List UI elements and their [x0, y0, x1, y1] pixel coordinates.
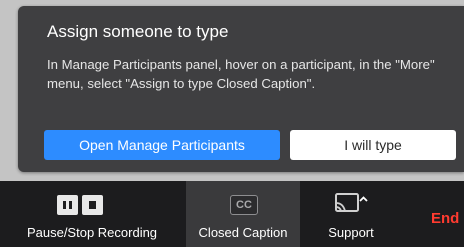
popup-instructions: In Manage Participants panel, hover on a…	[47, 57, 435, 91]
i-will-type-button[interactable]: I will type	[290, 130, 456, 160]
support-label: Support	[328, 225, 374, 240]
end-meeting-button[interactable]: End	[431, 210, 459, 227]
screen-share-support-icon	[335, 193, 368, 212]
support-button[interactable]: Support	[312, 181, 390, 247]
open-manage-participants-button[interactable]: Open Manage Participants	[44, 130, 280, 160]
pause-stop-recording-label: Pause/Stop Recording	[26, 225, 158, 240]
screen: Assign someone to type In Manage Partici…	[0, 0, 464, 247]
popup-title: Assign someone to type	[47, 22, 229, 41]
stop-icon	[82, 195, 103, 215]
closed-caption-label: Closed Caption	[198, 225, 288, 240]
closed-caption-button[interactable]: CC Closed Caption	[186, 181, 300, 247]
pause-icon	[57, 195, 78, 215]
meeting-toolbar: Pause/Stop Recording CC Closed Caption S…	[0, 181, 464, 247]
pause-stop-recording-button[interactable]: Pause/Stop Recording	[0, 181, 184, 247]
closed-caption-icon: CC	[230, 195, 258, 215]
assign-caption-popup: Assign someone to type In Manage Partici…	[18, 6, 464, 172]
pause-stop-recording-icon	[57, 195, 103, 215]
